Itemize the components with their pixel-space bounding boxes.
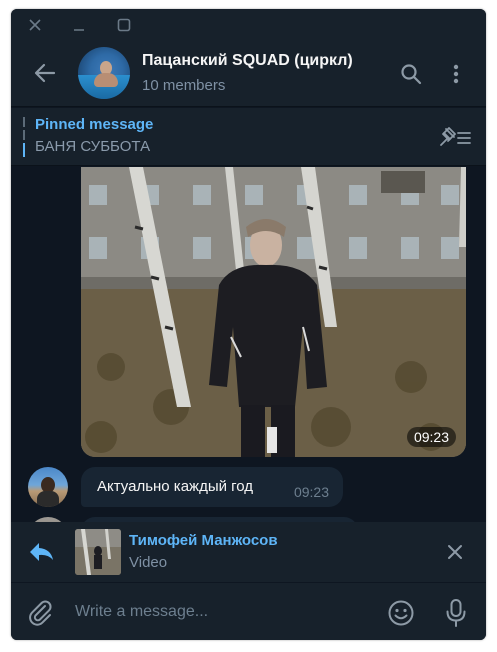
- back-arrow-icon[interactable]: [31, 59, 59, 87]
- close-icon[interactable]: [25, 15, 45, 35]
- close-reply-icon[interactable]: [443, 540, 467, 564]
- message-input[interactable]: [75, 599, 375, 625]
- emoji-icon[interactable]: [386, 598, 416, 628]
- pinned-message-bar[interactable]: Pinned message БАНЯ СУББОТА: [11, 108, 486, 166]
- pinned-text: БАНЯ СУББОТА: [35, 138, 151, 155]
- sender-avatar[interactable]: [28, 467, 68, 507]
- message-list[interactable]: 09:23 Актуально каждый год 09:23: [11, 167, 486, 522]
- microphone-icon[interactable]: [443, 597, 469, 629]
- reply-type: Video: [129, 554, 168, 571]
- minimize-icon[interactable]: [69, 15, 89, 35]
- reply-arrow-icon: [27, 538, 55, 566]
- message-text: Актуально каждый год: [97, 478, 254, 495]
- video-message[interactable]: 09:23: [81, 167, 466, 457]
- more-vertical-icon[interactable]: [444, 62, 468, 86]
- text-message[interactable]: Актуально каждый год 09:23: [81, 467, 343, 507]
- message-time: 09:23: [293, 484, 329, 500]
- reply-thumbnail: [75, 529, 121, 575]
- title-bar: [11, 9, 486, 39]
- search-icon[interactable]: [399, 62, 423, 86]
- telegram-window: Пацанский SQUAD (циркл) 10 members Pinne…: [11, 9, 486, 640]
- pinned-indicator: [23, 117, 25, 157]
- video-preview: [81, 167, 466, 457]
- paperclip-icon[interactable]: [25, 597, 55, 627]
- reply-author[interactable]: Тимофей Манжосов: [129, 532, 278, 549]
- message-composer: [11, 582, 486, 640]
- member-count: 10 members: [142, 77, 226, 94]
- reply-bar: Тимофей Манжосов Video: [11, 522, 486, 582]
- video-time: 09:23: [406, 427, 456, 447]
- pinned-title: Pinned message: [35, 116, 154, 133]
- chat-header: Пацанский SQUAD (циркл) 10 members: [11, 39, 486, 107]
- chat-title[interactable]: Пацанский SQUAD (циркл): [142, 52, 353, 70]
- unpin-list-icon[interactable]: [438, 125, 472, 149]
- maximize-icon[interactable]: [114, 15, 134, 35]
- group-avatar[interactable]: [78, 47, 130, 99]
